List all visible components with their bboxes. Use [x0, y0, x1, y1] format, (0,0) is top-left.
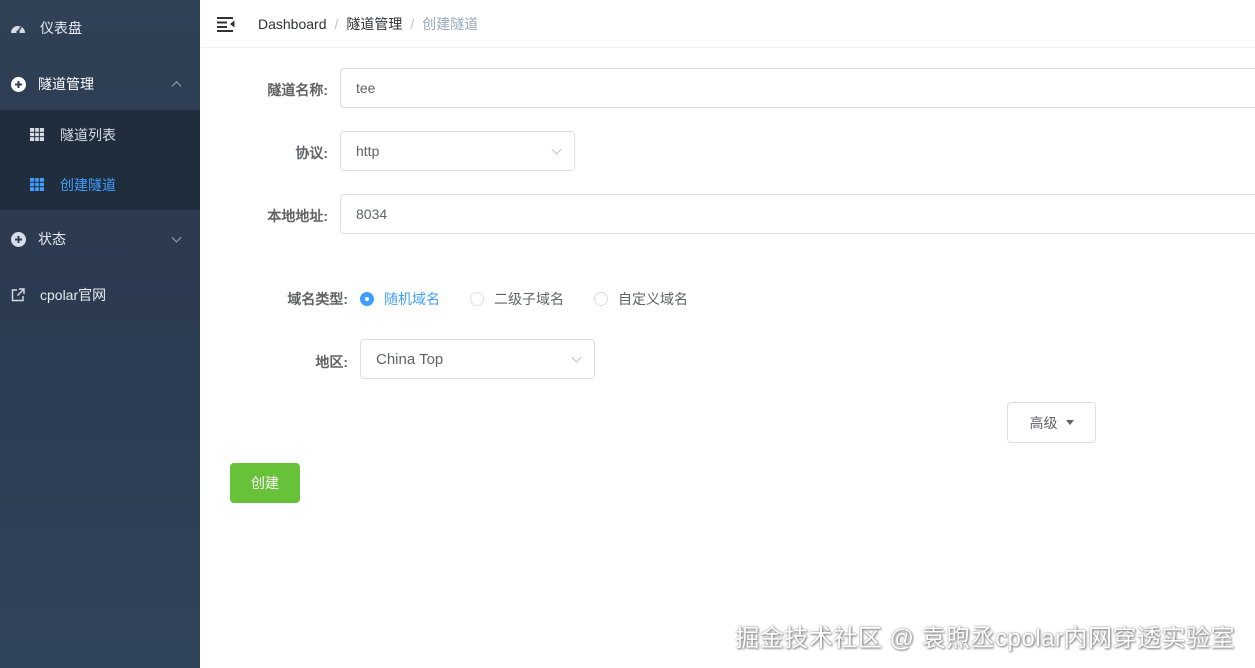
sidebar: 仪表盘 隧道管理 隧道列表 创建隧道 状态 cpolar官网 — [0, 0, 200, 668]
sidebar-item-label: 隧道管理 — [38, 76, 94, 92]
advanced-button[interactable]: 高级 — [1007, 402, 1096, 443]
sidebar-item-tunnel-list[interactable]: 隧道列表 — [0, 110, 200, 160]
domain-type-label: 域名类型: — [287, 291, 348, 307]
radio-circle — [360, 292, 374, 306]
sidebar-item-label: 创建隧道 — [60, 177, 116, 193]
sidebar-item-dashboard[interactable]: 仪表盘 — [0, 0, 200, 56]
circle-plus-icon — [10, 231, 26, 247]
domain-type-radio-group: 随机域名 二级子域名 自定义域名 — [360, 289, 718, 309]
tunnel-name-value: tee — [356, 80, 376, 96]
breadcrumb-tunnel-management[interactable]: 隧道管理 — [346, 14, 402, 34]
top-navbar: Dashboard / 隧道管理 / 创建隧道 — [200, 0, 1255, 48]
protocol-select[interactable]: http — [340, 131, 575, 171]
tunnel-name-label: 隧道名称: — [267, 82, 328, 98]
advanced-button-label: 高级 — [1029, 414, 1058, 431]
sidebar-item-status[interactable]: 状态 — [0, 211, 200, 267]
region-label: 地区: — [315, 354, 348, 370]
sidebar-item-label: 仪表盘 — [40, 20, 82, 36]
grid-icon — [30, 178, 44, 192]
local-address-input[interactable]: 8034 — [340, 194, 1255, 234]
protocol-label: 协议: — [295, 145, 328, 161]
sidebar-item-cpolar-website[interactable]: cpolar官网 — [0, 267, 200, 323]
breadcrumb-separator: / — [334, 15, 339, 32]
sidebar-item-label: cpolar官网 — [40, 287, 107, 303]
caret-down-icon — [1065, 420, 1074, 425]
radio-circle — [470, 292, 484, 306]
hamburger-icon[interactable] — [217, 16, 235, 32]
local-address-label: 本地地址: — [267, 208, 328, 224]
sidebar-item-tunnel-management[interactable]: 隧道管理 — [0, 56, 200, 112]
create-button-label: 创建 — [251, 475, 279, 491]
tunnel-submenu: 隧道列表 创建隧道 — [0, 110, 200, 210]
chevron-up-icon — [171, 81, 182, 92]
sidebar-item-create-tunnel[interactable]: 创建隧道 — [0, 160, 200, 210]
chevron-down-icon — [551, 144, 562, 155]
radio-label: 随机域名 — [384, 291, 440, 307]
radio-custom-domain[interactable]: 自定义域名 — [594, 289, 688, 309]
radio-label: 二级子域名 — [494, 291, 564, 307]
region-value: China Top — [376, 350, 444, 368]
radio-random-domain[interactable]: 随机域名 — [360, 289, 440, 309]
watermark: 掘金技术社区 @ 袁煦丞cpolar内网穿透实验室 — [735, 625, 1235, 652]
external-link-icon — [10, 287, 26, 303]
sidebar-item-label: 状态 — [38, 231, 66, 247]
breadcrumb-dashboard[interactable]: Dashboard — [258, 16, 327, 32]
grid-icon — [30, 128, 44, 142]
chevron-down-icon — [571, 352, 582, 363]
region-select[interactable]: China Top — [360, 339, 595, 379]
radio-subdomain[interactable]: 二级子域名 — [470, 289, 564, 309]
breadcrumb-create-tunnel: 创建隧道 — [422, 15, 479, 32]
radio-circle — [594, 292, 608, 306]
circle-plus-icon — [10, 76, 26, 92]
protocol-value: http — [356, 143, 380, 159]
radio-label: 自定义域名 — [618, 291, 688, 307]
breadcrumb: Dashboard / 隧道管理 / 创建隧道 — [258, 14, 478, 34]
create-button[interactable]: 创建 — [230, 463, 300, 503]
breadcrumb-separator: / — [410, 15, 415, 32]
local-address-value: 8034 — [356, 206, 388, 222]
chevron-down-icon — [171, 232, 182, 243]
dashboard-icon — [10, 20, 26, 36]
sidebar-item-label: 隧道列表 — [60, 127, 116, 143]
tunnel-name-input[interactable]: tee — [340, 68, 1255, 108]
